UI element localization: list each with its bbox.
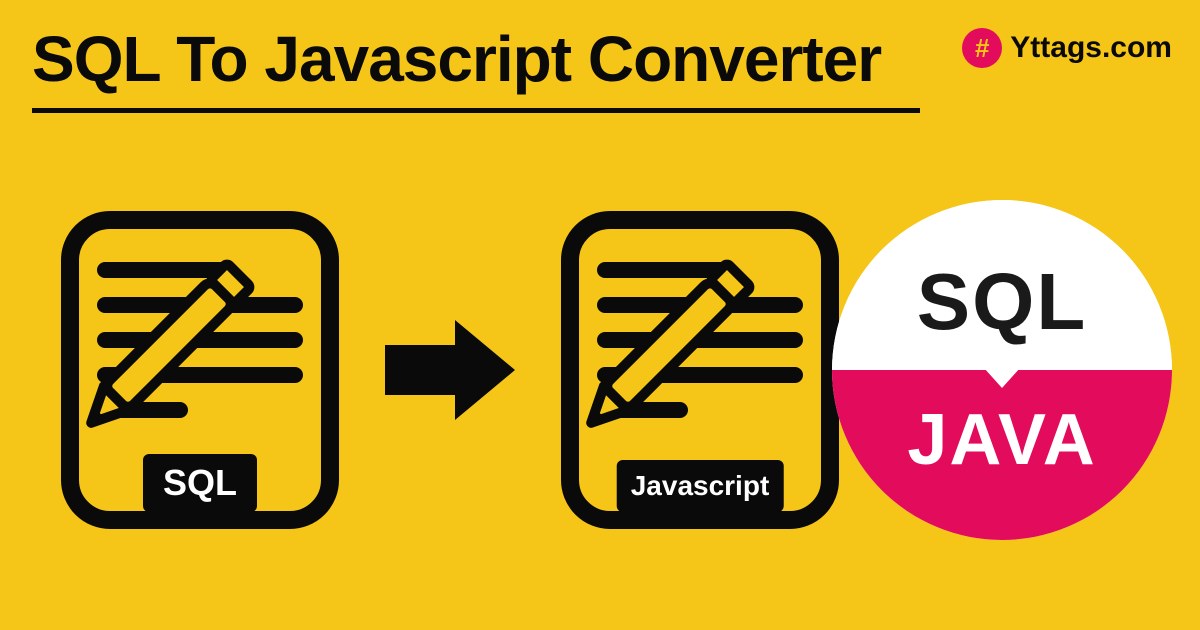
brand-name: Yttags.com [1010, 31, 1172, 65]
target-document: Javascript [550, 200, 850, 540]
title-underline [32, 108, 920, 113]
conversion-graphic: SQL Javascript [50, 200, 850, 540]
badge-bottom-half: JAVA [832, 370, 1172, 540]
badge-top-half: SQL [832, 200, 1172, 370]
source-label: SQL [143, 454, 257, 512]
hashtag-icon: # [962, 28, 1002, 68]
badge-bottom-text: JAVA [907, 399, 1096, 481]
badge-top-text: SQL [917, 256, 1087, 348]
sql-java-badge: SQL JAVA [832, 200, 1172, 540]
target-label: Javascript [617, 460, 784, 512]
source-document: SQL [50, 200, 350, 540]
arrow-right-icon [380, 310, 520, 430]
badge-notch-icon [984, 368, 1020, 388]
page-title: SQL To Javascript Converter [32, 22, 881, 96]
brand-logo: # Yttags.com [962, 28, 1172, 68]
